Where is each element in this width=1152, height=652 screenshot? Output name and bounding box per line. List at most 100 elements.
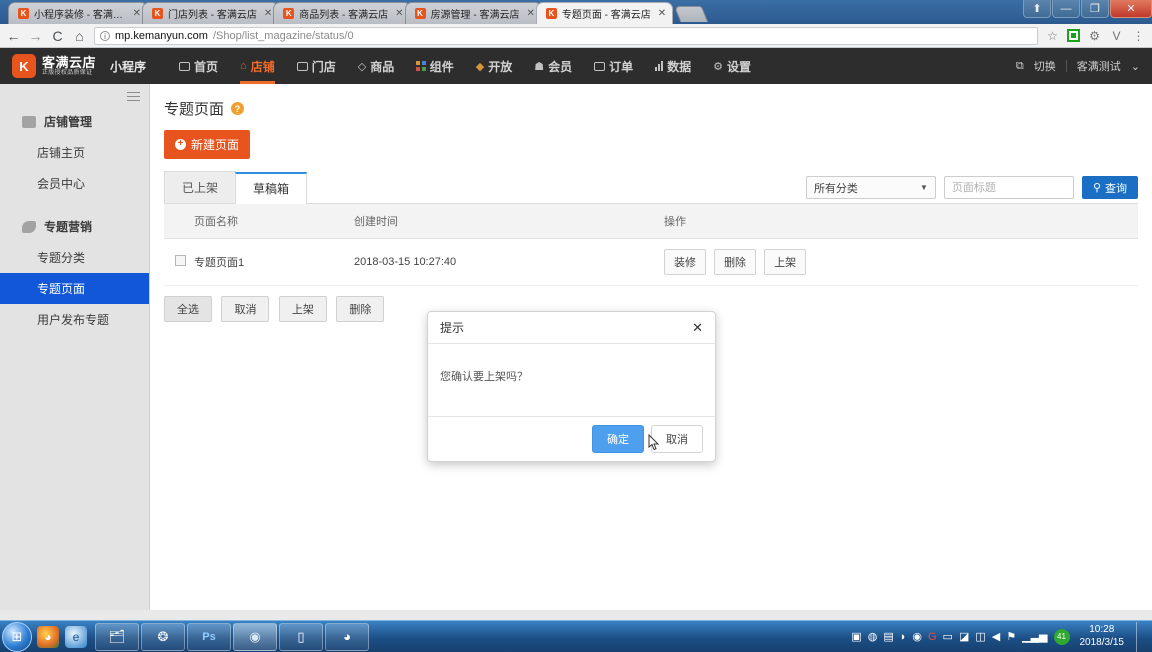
browser-tab[interactable]: K 小程序装修 - 客满云店 ✕ bbox=[8, 2, 148, 24]
tab-drafts[interactable]: 草稿箱 bbox=[235, 172, 308, 204]
url-input[interactable]: i mp.kemanyun.com/Shop/list_magazine/sta… bbox=[94, 26, 1038, 45]
pen-icon[interactable]: ◪ bbox=[959, 630, 969, 643]
row-action-publish[interactable]: 上架 bbox=[764, 249, 807, 275]
tab-close-icon[interactable]: ✕ bbox=[393, 8, 403, 19]
security-icon[interactable]: ▤ bbox=[883, 630, 893, 643]
show-desktop-button[interactable] bbox=[1136, 621, 1144, 652]
account-name[interactable]: 客满测试 bbox=[1077, 58, 1121, 74]
nav-item-orders[interactable]: 订单 bbox=[583, 48, 644, 84]
edge-icon[interactable]: e bbox=[65, 625, 87, 648]
sidebar-collapse-icon[interactable] bbox=[127, 89, 140, 104]
monitor-icon[interactable]: ▣ bbox=[851, 630, 861, 643]
nav-item-settings[interactable]: ⚙ 设置 bbox=[702, 48, 762, 84]
chevron-down-icon[interactable]: ⌄ bbox=[1131, 60, 1140, 73]
tab-close-icon[interactable]: ✕ bbox=[524, 8, 534, 19]
volume-icon[interactable]: ◀ bbox=[992, 630, 1000, 643]
brand-logo[interactable]: K 客满云店 正版授权品质保证 小程序 bbox=[12, 54, 146, 78]
extension-green-icon[interactable] bbox=[1067, 29, 1080, 42]
nav-item-open[interactable]: ◆ 开放 bbox=[465, 48, 523, 84]
taskbar-button-chrome[interactable]: ◉ bbox=[233, 622, 277, 651]
favicon-icon: K bbox=[414, 8, 426, 19]
window-close-button[interactable]: ✕ bbox=[1110, 0, 1152, 18]
globe-icon[interactable]: ◍ bbox=[868, 630, 878, 643]
dialog-header: 提示 ✕ bbox=[428, 312, 715, 344]
page-title-input[interactable] bbox=[943, 176, 1074, 199]
switch-label[interactable]: 切换 bbox=[1034, 58, 1056, 74]
new-page-button[interactable]: + 新建页面 bbox=[164, 130, 251, 159]
new-tab-button[interactable] bbox=[673, 6, 709, 22]
nav-item-shop[interactable]: ⌂ 店铺 bbox=[229, 48, 286, 84]
browser-tab[interactable]: K 商品列表 - 客满云店 ✕ bbox=[273, 2, 411, 24]
text-icon[interactable]: ▭ bbox=[943, 630, 953, 643]
signal-icon[interactable]: ▁▃▅ bbox=[1022, 630, 1047, 643]
sidebar: 店铺管理 店铺主页 会员中心 专题营销 专题分类 专题页面 用户发布专题 bbox=[0, 84, 150, 610]
taskbar-button-explorer[interactable]: 🗂 bbox=[95, 622, 139, 651]
chrome-icon: ◉ bbox=[249, 628, 261, 644]
flag-icon[interactable]: ⚑ bbox=[1006, 630, 1016, 643]
window-maximize-button[interactable]: ❐ bbox=[1081, 0, 1109, 18]
window-restore-button[interactable]: ⬆ bbox=[1023, 0, 1051, 18]
device-icon[interactable]: ◫ bbox=[975, 630, 985, 643]
nav-item-home[interactable]: 首页 bbox=[168, 48, 229, 84]
sidebar-group-shop-management[interactable]: 店铺管理 bbox=[0, 106, 149, 137]
browser-tab[interactable]: K 门店列表 - 客满云店 ✕ bbox=[142, 2, 280, 24]
sidebar-group-topic-marketing[interactable]: 专题营销 bbox=[0, 211, 149, 242]
window-minimize-button[interactable]: — bbox=[1052, 0, 1080, 18]
g-icon[interactable]: G bbox=[928, 631, 937, 643]
obs-icon: ◕ bbox=[343, 629, 351, 644]
row-action-delete[interactable]: 删除 bbox=[714, 249, 757, 275]
row-page-name: 专题页面1 bbox=[194, 238, 354, 286]
taskbar-button-photoshop[interactable]: Ps bbox=[187, 622, 231, 651]
clock-date: 2018/3/15 bbox=[1079, 636, 1125, 648]
extension-gear-icon[interactable]: ⚙ bbox=[1087, 29, 1102, 43]
search-button[interactable]: ⚲ 查询 bbox=[1081, 176, 1138, 199]
update-icon[interactable]: ◉ bbox=[912, 630, 922, 643]
bulk-cancel-button[interactable]: 取消 bbox=[221, 296, 270, 322]
favicon-icon: K bbox=[18, 8, 29, 19]
reload-icon[interactable]: C bbox=[50, 28, 65, 44]
browser-menu-icon[interactable]: ⋮ bbox=[1131, 29, 1146, 43]
nav-item-store[interactable]: 门店 bbox=[286, 48, 347, 84]
cloud-icon[interactable]: ◗ bbox=[900, 631, 907, 643]
nav-item-data[interactable]: 数据 bbox=[644, 48, 702, 84]
tab-close-icon[interactable]: ✕ bbox=[131, 8, 141, 19]
home-icon[interactable]: ⌂ bbox=[72, 28, 87, 44]
bookmark-star-icon[interactable]: ☆ bbox=[1045, 29, 1060, 43]
sidebar-item-topic-page[interactable]: 专题页面 bbox=[0, 273, 149, 304]
row-checkbox[interactable] bbox=[175, 255, 186, 266]
sidebar-item-shop-home[interactable]: 店铺主页 bbox=[0, 137, 149, 168]
row-action-decorate[interactable]: 装修 bbox=[664, 249, 706, 275]
sidebar-item-member-center[interactable]: 会员中心 bbox=[0, 168, 149, 199]
nav-item-goods[interactable]: ◇ 商品 bbox=[347, 48, 405, 84]
sidebar-group-label: 店铺管理 bbox=[44, 115, 93, 129]
start-button-icon[interactable]: ⊞ bbox=[2, 621, 32, 652]
category-select[interactable]: 所有分类 ▼ bbox=[805, 176, 936, 199]
taskbar-button-obs[interactable]: ◕ bbox=[325, 622, 369, 651]
tab-close-icon[interactable]: ✕ bbox=[262, 8, 272, 19]
taskbar-button-device-app[interactable]: ▯ bbox=[279, 622, 323, 651]
notification-badge[interactable]: 41 bbox=[1053, 628, 1070, 645]
taskbar-button-tree-app[interactable]: ❂ bbox=[141, 622, 185, 651]
extension-v-icon[interactable]: V bbox=[1109, 29, 1124, 43]
clock[interactable]: 10:28 2018/3/15 bbox=[1076, 624, 1125, 649]
page-info-icon[interactable]: i bbox=[100, 30, 110, 41]
dialog-confirm-button[interactable]: 确定 bbox=[592, 425, 644, 453]
close-icon[interactable]: ✕ bbox=[692, 320, 703, 336]
bulk-delete-button[interactable]: 删除 bbox=[336, 296, 385, 322]
nav-item-components[interactable]: 组件 bbox=[405, 48, 465, 84]
back-icon[interactable]: ← bbox=[6, 28, 21, 44]
sidebar-item-topic-category[interactable]: 专题分类 bbox=[0, 242, 149, 273]
tab-published[interactable]: 已上架 bbox=[164, 171, 237, 203]
logo-mark-icon: K bbox=[12, 54, 36, 78]
tab-close-icon[interactable]: ✕ bbox=[656, 8, 666, 19]
browser-tab[interactable]: K 房源管理 - 客满云店 ✕ bbox=[404, 2, 542, 24]
bulk-publish-button[interactable]: 上架 bbox=[278, 296, 327, 322]
media-icon[interactable]: ◕ bbox=[37, 625, 59, 648]
browser-tab-active[interactable]: K 专题页面 - 客满云店 ✕ bbox=[535, 2, 674, 24]
forward-icon[interactable]: → bbox=[28, 28, 43, 44]
sidebar-item-user-topics[interactable]: 用户发布专题 bbox=[0, 304, 149, 335]
nav-item-member[interactable]: ☗ 会员 bbox=[523, 48, 583, 84]
bulk-select-all-button[interactable]: 全选 bbox=[164, 296, 212, 322]
tag-icon bbox=[22, 220, 36, 233]
help-icon[interactable]: ? bbox=[231, 102, 245, 115]
